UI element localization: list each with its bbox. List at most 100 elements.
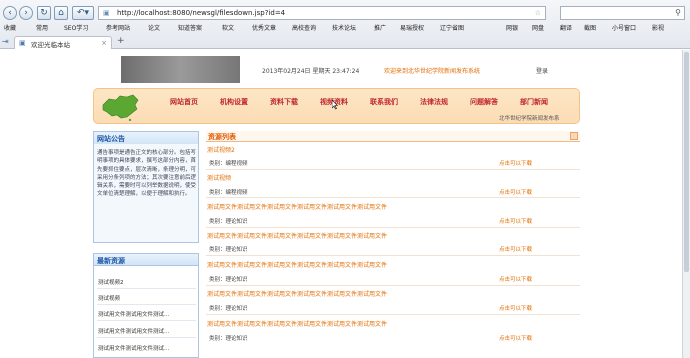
fav-item[interactable]: SEO学习: [64, 23, 88, 32]
resource-category: 类别：理论知识: [209, 306, 248, 312]
download-link[interactable]: 点击可以下载: [499, 334, 532, 342]
tool-item[interactable]: 网盘: [532, 23, 544, 32]
divider: [206, 255, 580, 256]
announcement-panel: 网站公告 通告事项是通告正文的核心部分。包括写明事项的具体要求，撰写这部分内容，…: [93, 131, 199, 243]
resource-category: 类别：理论知识: [209, 219, 248, 225]
page-icon: ▣: [103, 9, 110, 17]
download-link[interactable]: 点击可以下载: [499, 217, 532, 225]
fav-item[interactable]: 推广: [374, 23, 386, 32]
header-datetime: 2013年02月24日 星期天 23:47:24: [262, 68, 360, 75]
resource-title-link[interactable]: 测试用文件测试用文件测试用文件测试用文件测试用文件测试用文件: [207, 319, 387, 328]
fav-item[interactable]: 高校查询: [292, 23, 316, 32]
browser-chrome: ‹ › ↻ ⌂ ↶▾ ▣ http://localhost:8080/newsg…: [0, 0, 690, 49]
resource-category: 类别：编程视频: [209, 190, 248, 196]
resource-category: 类别：理论知识: [209, 247, 248, 253]
refresh-icon[interactable]: ↻: [37, 6, 51, 20]
nav-organization[interactable]: 机构设置: [220, 97, 248, 107]
resource-category: 类别：理论知识: [209, 277, 248, 283]
latest-item[interactable]: 测试用文件测试用文件测试...: [98, 344, 169, 352]
resource-category: 类别：理论知识: [209, 336, 248, 342]
fav-item[interactable]: 软文: [222, 23, 234, 32]
search-icon[interactable]: ⚲: [675, 8, 681, 17]
nav-faq[interactable]: 问题解答: [470, 97, 498, 107]
nav-downloads[interactable]: 资料下载: [270, 97, 298, 107]
nav-subtitle: 北华世纪学院新闻发布系: [499, 116, 560, 122]
fav-item[interactable]: 技术论坛: [332, 23, 356, 32]
forward-arrow-icon[interactable]: ›: [19, 6, 33, 20]
tool-item[interactable]: 翻译: [560, 23, 572, 32]
fav-item[interactable]: 论文: [148, 23, 160, 32]
tool-item[interactable]: 小号窗口: [612, 23, 636, 32]
latest-item[interactable]: 测试用文件测试用文件测试...: [98, 327, 169, 335]
address-bar[interactable]: ▣ http://localhost:8080/newsgl/filesdown…: [98, 6, 546, 20]
resource-list-header: 资源列表: [206, 131, 580, 142]
divider: [206, 197, 580, 198]
tab-bar: ⇥ ▣ 欢迎光临本站 × +: [0, 35, 690, 49]
latest-title: 最新资源: [94, 254, 198, 266]
tool-item[interactable]: 影视: [652, 23, 664, 32]
fav-item[interactable]: 参考网站: [106, 23, 130, 32]
latest-item[interactable]: 测试视频2: [98, 278, 124, 286]
resource-title-link[interactable]: 测试视频2: [207, 145, 235, 154]
latest-resources-panel: 最新资源 测试视频2 测试视频 测试用文件测试用文件测试... 测试用文件测试用…: [93, 253, 199, 358]
download-link[interactable]: 点击可以下载: [499, 304, 532, 312]
tool-item[interactable]: 网银: [506, 23, 518, 32]
divider: [206, 314, 580, 315]
resource-list-panel: 资源列表 测试视频2 类别：编程视频 点击可以下载 测试视频 类别：编程视频 点…: [206, 131, 580, 358]
page-icon: ▣: [19, 39, 26, 47]
welcome-text: 欢迎来到北华世纪学院新闻发布系统: [384, 68, 481, 75]
latest-item[interactable]: 测试视频: [98, 294, 120, 302]
tool-item[interactable]: 截图: [584, 23, 596, 32]
favorites-button[interactable]: 收藏: [4, 23, 16, 32]
collapse-icon[interactable]: [570, 132, 578, 140]
login-link[interactable]: 登录: [536, 66, 548, 75]
download-link[interactable]: 点击可以下载: [499, 159, 532, 167]
resource-list-title: 资源列表: [208, 133, 236, 141]
resource-title-link[interactable]: 测试用文件测试用文件测试用文件测试用文件测试用文件测试用文件: [207, 202, 387, 211]
fav-item[interactable]: 常用: [36, 23, 48, 32]
resource-title-link[interactable]: 测试用文件测试用文件测试用文件测试用文件测试用文件测试用文件: [207, 289, 387, 298]
nav-contact[interactable]: 联系我们: [370, 97, 398, 107]
resource-title-link[interactable]: 测试视频: [207, 173, 231, 182]
nav-laws[interactable]: 法律法规: [420, 97, 448, 107]
resource-title-link[interactable]: 测试用文件测试用文件测试用文件测试用文件测试用文件测试用文件: [207, 260, 387, 269]
divider: [97, 288, 196, 289]
china-map-icon: [102, 94, 139, 121]
nav-department-news[interactable]: 部门新闻: [520, 97, 548, 107]
home-icon[interactable]: ⌂: [54, 6, 68, 20]
favorites-bar: 收藏 常用 SEO学习 参考网站 论文 知道答案 软文 优秀文章 高校查询 技术…: [0, 22, 690, 34]
history-dropdown-icon[interactable]: ↶▾: [72, 6, 94, 20]
download-link[interactable]: 点击可以下载: [499, 245, 532, 253]
page-content: 2013年02月24日 星期天 23:47:24 欢迎来到北华世纪学院新闻发布系…: [0, 50, 690, 358]
address-url: http://localhost:8080/newsgl/filesdown.j…: [117, 9, 286, 17]
resource-title-link[interactable]: 测试用文件测试用文件测试用文件测试用文件测试用文件测试用文件: [207, 231, 387, 240]
fav-item[interactable]: 优秀文章: [252, 23, 276, 32]
mouse-cursor-icon: [332, 100, 338, 110]
star-icon[interactable]: ☆: [535, 9, 541, 17]
scrollbar-thumb[interactable]: [684, 52, 689, 272]
announcement-text: 通告事项是通告正文的核心部分。包括写明事项的具体要求，撰写这部分内容，首先要抓住…: [97, 150, 197, 198]
latest-item[interactable]: 测试用文件测试用文件测试...: [98, 310, 169, 318]
vertical-scrollbar[interactable]: [682, 50, 690, 358]
download-link[interactable]: 点击可以下载: [499, 188, 532, 196]
fav-item[interactable]: 辽宁省图: [440, 23, 464, 32]
download-link[interactable]: 点击可以下载: [499, 275, 532, 283]
resource-category: 类别：编程视频: [209, 161, 248, 167]
search-input[interactable]: ⚲: [560, 6, 685, 20]
tab-active[interactable]: ▣ 欢迎光临本站 ×: [14, 36, 112, 49]
tab-title: 欢迎光临本站: [31, 41, 70, 49]
divider: [206, 169, 580, 170]
fav-item[interactable]: 知道答案: [178, 23, 202, 32]
close-icon[interactable]: ×: [101, 39, 107, 47]
banner-image: [121, 56, 240, 83]
back-arrow-icon[interactable]: ‹: [3, 6, 17, 20]
divider: [206, 285, 580, 286]
sidebar-toggle-icon[interactable]: ⇥: [2, 37, 9, 46]
divider: [97, 337, 196, 338]
new-tab-button[interactable]: +: [117, 36, 125, 46]
divider: [97, 320, 196, 321]
fav-item[interactable]: 易瑞授权: [400, 23, 424, 32]
divider: [97, 304, 196, 305]
nav-home[interactable]: 网站首页: [170, 97, 198, 107]
announcement-title: 网站公告: [94, 132, 198, 144]
